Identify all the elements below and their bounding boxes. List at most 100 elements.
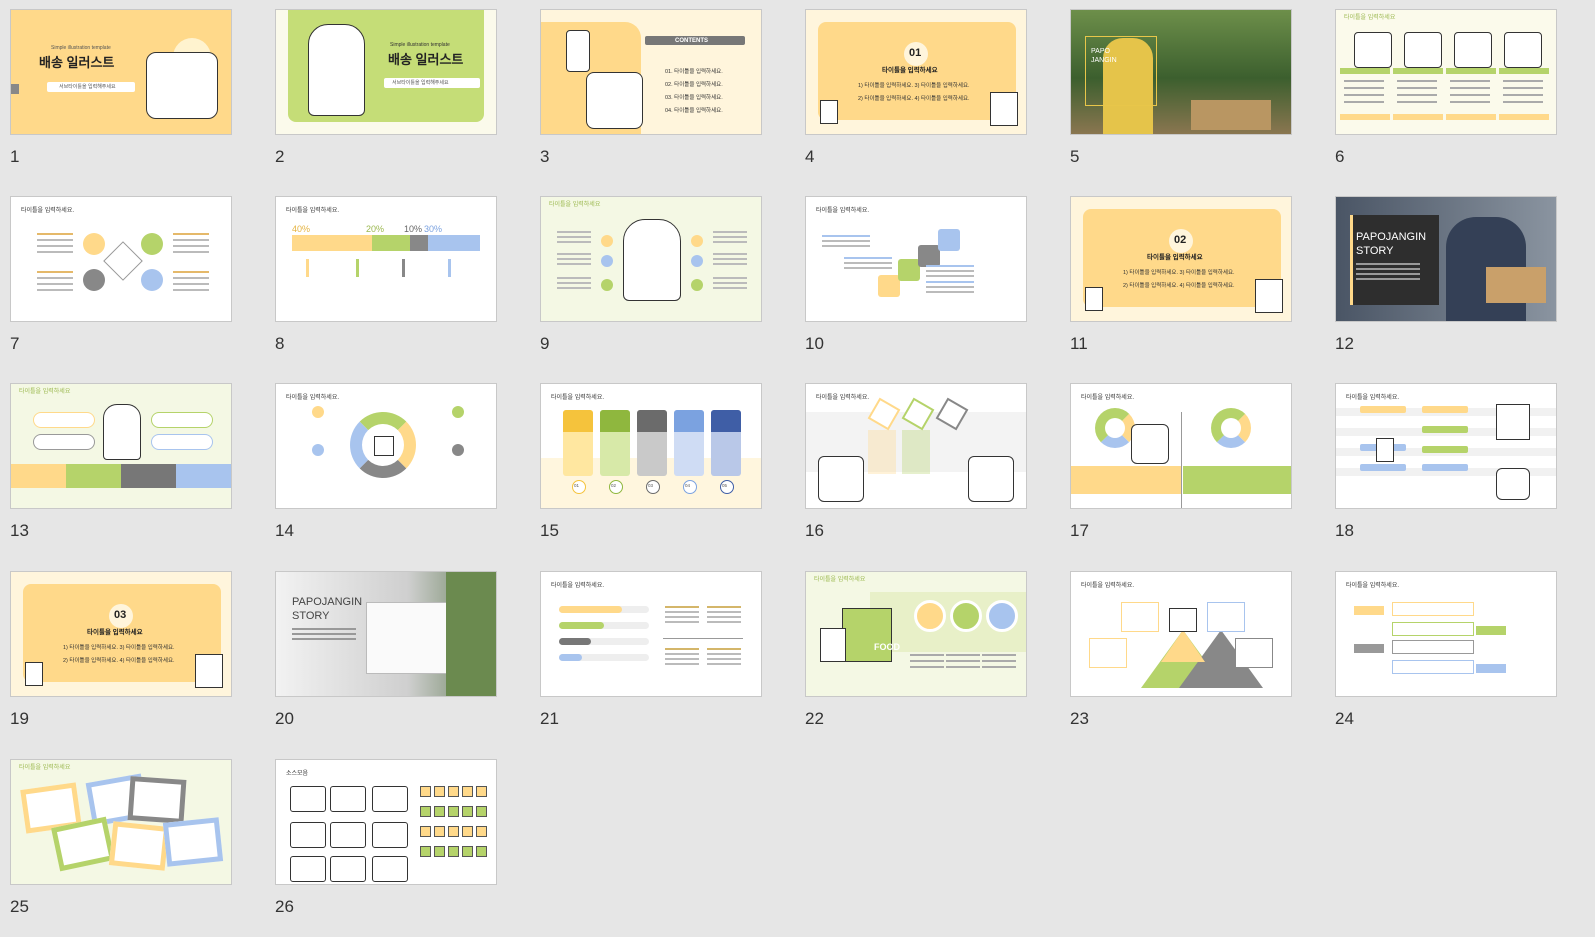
slide-preview[interactable]: 타이틀을 입력하세요.: [1070, 571, 1292, 697]
slide-thumbnail-9[interactable]: 타이틀을 입력하세요 9: [540, 196, 762, 374]
slide-text: 타이틀을 입력하세요: [1344, 15, 1396, 21]
slide-thumbnail-11[interactable]: 02 타이틀을 입력하세요 1) 타이틀을 입력하세요. 3) 타이틀을 입력하세요…: [1070, 196, 1292, 374]
icon-circle: [914, 600, 946, 632]
delivery-person-illustration: [103, 404, 141, 460]
text-line: [1397, 101, 1437, 103]
slide-preview[interactable]: 타이틀을 입력하세요.: [1335, 383, 1557, 509]
text-line: [1503, 80, 1543, 82]
text-line: [713, 282, 747, 284]
slide-thumbnail-8[interactable]: 타이틀을 입력하세요. 40% 20% 10% 30% 8: [275, 196, 497, 374]
slide-thumbnail-13[interactable]: 타이틀을 입력하세요 13: [10, 383, 232, 561]
text-line: [173, 251, 209, 253]
slide-thumbnail-6[interactable]: 타이틀을 입력하세요 6: [1335, 9, 1557, 187]
slide-thumbnail-1[interactable]: Simple illustration template 배송 일러스트 서브타이틀…: [10, 9, 232, 187]
text-line: [910, 660, 944, 662]
slide-preview[interactable]: 타이틀을 입력하세요. 40% 20% 10% 30%: [275, 196, 497, 322]
slide-preview[interactable]: Simple illustration template 배송 일러스트 서브타이틀…: [275, 9, 497, 135]
slide-thumbnail-12[interactable]: PAPOJANGIN STORY 12: [1335, 196, 1557, 374]
text-line: [713, 231, 747, 233]
slide-thumbnail-18[interactable]: 타이틀을 입력하세요. 18: [1335, 383, 1557, 561]
slide-preview[interactable]: 타이틀을 입력하세요 FOOD: [805, 571, 1027, 697]
text-line: [665, 621, 699, 623]
slide-preview[interactable]: 타이틀을 입력하세요: [540, 196, 762, 322]
slide-preview[interactable]: 01 타이틀을 입력하세요 1) 타이틀을 입력하세요. 3) 타이틀을 입력하세요…: [805, 9, 1027, 135]
slide-thumbnail-19[interactable]: 03 타이틀을 입력하세요 1) 타이틀을 입력하세요. 3) 타이틀을 입력하세요…: [10, 571, 232, 749]
truck-cab: [820, 628, 846, 662]
step-label: [1476, 626, 1506, 635]
mailbox-icon: [820, 100, 838, 124]
slide-preview[interactable]: 타이틀을 입력하세요.: [1070, 383, 1292, 509]
source-illustration: [372, 822, 408, 848]
slide-preview[interactable]: Simple illustration template 배송 일러스트 서브타이틀…: [10, 9, 232, 135]
slide-thumbnail-2[interactable]: Simple illustration template 배송 일러스트 서브타이틀…: [275, 9, 497, 187]
slide-text: 2) 타이틀을 입력하세요. 4) 타이틀을 입력하세요.: [63, 658, 175, 664]
source-icon: [434, 826, 445, 837]
text-line: [292, 628, 356, 630]
slide-number: 25: [10, 897, 29, 916]
illustration-icon: [1504, 32, 1542, 68]
text-line: [1397, 94, 1437, 96]
scooter-illustration: [968, 456, 1014, 502]
slide-preview[interactable]: 타이틀을 입력하세요.: [805, 196, 1027, 322]
slide-thumbnail-16[interactable]: 타이틀을 입력하세요. 16: [805, 383, 1027, 561]
slide-thumbnail-14[interactable]: 타이틀을 입력하세요. 14: [275, 383, 497, 561]
source-icon: [476, 846, 487, 857]
icon-circle: [312, 444, 324, 456]
text-line: [1397, 87, 1437, 89]
slide-thumbnail-3[interactable]: CONTENTS 01. 타이틀을 입력하세요. 02. 타이틀을 입력하세요. 03…: [540, 9, 762, 187]
slide-preview[interactable]: 타이틀을 입력하세요: [10, 383, 232, 509]
slide-thumbnail-25[interactable]: 타이틀을 입력하세요 25: [10, 759, 232, 937]
slide-thumbnail-20[interactable]: PAPOJANGIN STORY 20: [275, 571, 497, 749]
slide-thumbnail-21[interactable]: 타이틀을 입력하세요. 21: [540, 571, 762, 749]
slide-number: 20: [275, 709, 294, 728]
slide-preview[interactable]: 타이틀을 입력하세요.: [540, 571, 762, 697]
slide-preview[interactable]: 타이틀을 입력하세요. 01 02 03 04 05: [540, 383, 762, 509]
slide-preview[interactable]: CONTENTS 01. 타이틀을 입력하세요. 02. 타이틀을 입력하세요. 03…: [540, 9, 762, 135]
slide-preview[interactable]: PAPOJANGIN STORY: [1335, 196, 1557, 322]
color-column: [176, 464, 231, 488]
slide-preview[interactable]: 03 타이틀을 입력하세요 1) 타이틀을 입력하세요. 3) 타이틀을 입력하세요…: [10, 571, 232, 697]
slide-number: 18: [1335, 521, 1354, 540]
slide-preview[interactable]: 타이틀을 입력하세요.: [275, 383, 497, 509]
step-block: [918, 245, 940, 267]
slide-thumbnail-24[interactable]: 타이틀을 입력하세요. 24: [1335, 571, 1557, 749]
card-header: [711, 410, 741, 432]
icon-circle: [691, 235, 703, 247]
slide-thumbnail-26[interactable]: 소스모음 26: [275, 759, 497, 937]
yellow-label: [1499, 114, 1549, 120]
slide-preview[interactable]: 타이틀을 입력하세요.: [10, 196, 232, 322]
sticky-note: [162, 817, 224, 867]
icon-circle: [986, 600, 1018, 632]
boxes-photo: [1191, 100, 1271, 130]
slide-preview[interactable]: 타이틀을 입력하세요.: [1335, 571, 1557, 697]
slide-text: 타이틀을 입력하세요.: [1346, 395, 1400, 401]
mailbox-icon: [1376, 438, 1394, 462]
green-band: [1183, 466, 1291, 494]
slide-preview[interactable]: 타이틀을 입력하세요: [10, 759, 232, 885]
store-icon: [990, 92, 1018, 126]
slide-preview[interactable]: 타이틀을 입력하세요.: [805, 383, 1027, 509]
slide-thumbnail-5[interactable]: PAPO JANGIN 5: [1070, 9, 1292, 187]
flow-label: [1360, 406, 1406, 413]
icon-circle: [83, 233, 105, 255]
slide-number: 13: [10, 521, 29, 540]
slide-thumbnail-17[interactable]: 타이틀을 입력하세요. 17: [1070, 383, 1292, 561]
slide-text: 타이틀을 입력하세요.: [816, 208, 870, 214]
text-box: [1121, 602, 1159, 632]
slide-preview[interactable]: PAPOJANGIN STORY: [275, 571, 497, 697]
slide-preview[interactable]: PAPO JANGIN: [1070, 9, 1292, 135]
slide-preview[interactable]: 02 타이틀을 입력하세요 1) 타이틀을 입력하세요. 3) 타이틀을 입력하세요…: [1070, 196, 1292, 322]
slide-thumbnail-15[interactable]: 타이틀을 입력하세요. 01 02 03 04 05 15: [540, 383, 762, 561]
slide-thumbnail-7[interactable]: 타이틀을 입력하세요. 7: [10, 196, 232, 374]
slide-preview[interactable]: 소스모음: [275, 759, 497, 885]
mailbox-icon: [25, 662, 43, 686]
slide-thumbnail-22[interactable]: 타이틀을 입력하세요 FOOD 22: [805, 571, 1027, 749]
slide-preview[interactable]: 타이틀을 입력하세요: [1335, 9, 1557, 135]
slide-text: 40%: [292, 224, 311, 234]
yellow-label: [1393, 114, 1443, 120]
slide-thumbnail-23[interactable]: 타이틀을 입력하세요. 23: [1070, 571, 1292, 749]
text-line: [713, 253, 747, 255]
slide-number: 8: [275, 334, 285, 353]
slide-thumbnail-10[interactable]: 타이틀을 입력하세요. 10: [805, 196, 1027, 374]
slide-thumbnail-4[interactable]: 01 타이틀을 입력하세요 1) 타이틀을 입력하세요. 3) 타이틀을 입력하세요…: [805, 9, 1027, 187]
